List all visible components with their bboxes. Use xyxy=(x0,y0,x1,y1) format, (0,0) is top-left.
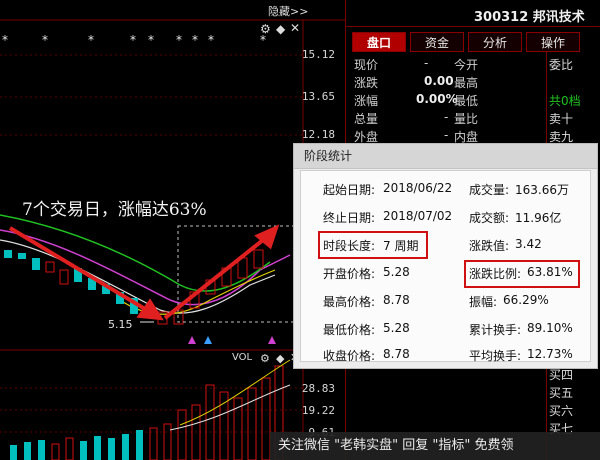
end-date-value: 2018/07/02 xyxy=(383,209,453,223)
svg-text:*: * xyxy=(2,33,8,47)
quote-value: 0.00 xyxy=(424,74,454,88)
svg-text:*: * xyxy=(148,33,154,47)
hide-toggle[interactable]: 隐藏>> xyxy=(268,3,308,19)
volume-value: 163.66万 xyxy=(515,183,569,197)
svg-text:*: * xyxy=(208,33,214,47)
cum-turnover-value: 89.10% xyxy=(527,321,573,335)
quote-label: 总量 xyxy=(354,112,379,126)
amplitude-value: 66.29% xyxy=(503,293,549,307)
bid-6: 买六 xyxy=(549,404,574,418)
vol-ma-yellow xyxy=(179,359,291,426)
amount-label: 成交额: xyxy=(469,211,510,225)
bid-5: 买五 xyxy=(549,386,574,400)
svg-text:*: * xyxy=(88,33,94,47)
axis-label-15-12: 15.12 xyxy=(301,48,335,61)
quote-row-volume: 总量 - 量比 xyxy=(354,110,544,128)
settings-icon[interactable]: ◆ xyxy=(276,22,285,36)
dialog-title[interactable]: 阶段统计 xyxy=(294,144,597,169)
depth-count: 共0档 xyxy=(549,94,581,108)
close-price-label: 收盘价格: xyxy=(323,349,376,363)
volume-bars xyxy=(10,365,284,460)
low-price-label-dlg: 最低价格: xyxy=(323,323,376,337)
ma-line-green xyxy=(0,214,271,292)
svg-text:*: * xyxy=(176,33,182,47)
open-price-value: 5.28 xyxy=(383,265,410,279)
quote-label: 现价 xyxy=(354,58,379,72)
event-markers: * * * * * * * * * xyxy=(2,33,266,47)
quote-value: - xyxy=(444,110,449,124)
candles xyxy=(4,249,264,325)
gear-icon[interactable]: ⚙ xyxy=(260,22,271,36)
stock-title: 300312 邦讯技术 xyxy=(474,10,585,25)
vol-label: VOL xyxy=(232,352,253,363)
svg-text:*: * xyxy=(42,33,48,47)
stage-stats-dialog: 阶段统计 起始日期: 2018/06/22 终止日期: 2018/07/02 时… xyxy=(293,143,598,369)
avg-turnover-label: 平均换手: xyxy=(469,349,522,363)
panel-tabs: 盘口 资金 分析 操作 xyxy=(352,32,584,52)
high-price-label: 最高价格: xyxy=(323,295,376,309)
svg-text:*: * xyxy=(192,33,198,47)
tab-caozuo[interactable]: 操作 xyxy=(526,32,580,52)
axis-label-28-83: 28.83 xyxy=(301,382,335,395)
tab-pankou[interactable]: 盘口 xyxy=(352,32,406,52)
low-price-label: 5.15 xyxy=(108,318,133,331)
dialog-body: 起始日期: 2018/06/22 终止日期: 2018/07/02 时段长度: … xyxy=(300,170,591,363)
low-price-value: 5.28 xyxy=(383,321,410,335)
quote-row-price: 现价 - 今开 xyxy=(354,56,544,74)
quote-value: - xyxy=(444,128,449,142)
axis-label-19-22: 19.22 xyxy=(301,404,335,417)
quote-label: 最低 xyxy=(454,94,479,108)
start-date-label: 起始日期: xyxy=(323,183,376,197)
chart-annotation: 7个交易日，涨幅达63% xyxy=(22,200,207,220)
start-date-value: 2018/06/22 xyxy=(383,181,453,195)
end-date-label: 终止日期: xyxy=(323,211,376,225)
axis-label-12-18: 12.18 xyxy=(301,128,335,141)
signal-triangles xyxy=(188,336,276,344)
avg-turnover-value: 12.73% xyxy=(527,347,573,361)
watermark-banner: 关注微信 "老韩实盘" 回复 "指标" 免费领 xyxy=(270,432,600,460)
high-price-value: 8.78 xyxy=(383,293,410,307)
quote-value: - xyxy=(424,56,429,70)
vol-settings-icon[interactable]: ◆ xyxy=(276,352,284,365)
vol-ma-white xyxy=(169,384,291,431)
vol-gear-icon[interactable]: ⚙ xyxy=(260,352,270,365)
open-price-label: 开盘价格: xyxy=(323,267,376,281)
svg-text:*: * xyxy=(130,33,136,47)
quote-label: 涨跌 xyxy=(354,76,379,90)
tab-zijin[interactable]: 资金 xyxy=(410,32,464,52)
axis-label-13-65: 13.65 xyxy=(301,90,335,103)
cum-turnover-label: 累计换手: xyxy=(469,323,522,337)
close-icon[interactable]: ✕ xyxy=(290,21,300,35)
change-value: 3.42 xyxy=(515,237,542,251)
signal-triangle-blue xyxy=(204,336,212,344)
quote-label: 最高 xyxy=(454,76,479,90)
volume-label: 成交量: xyxy=(469,183,510,197)
quote-row-change: 涨跌 0.00 最高 xyxy=(354,74,544,92)
trend-arrows xyxy=(8,224,280,321)
change-value-label: 涨跌值: xyxy=(469,239,510,253)
ask-10: 卖十 xyxy=(549,112,574,126)
quote-label: 量比 xyxy=(454,112,479,126)
weibi-label: 委比 xyxy=(549,58,574,72)
tab-fenxi[interactable]: 分析 xyxy=(468,32,522,52)
period-highlight-box xyxy=(318,231,428,259)
quote-label: 今开 xyxy=(454,58,479,72)
amplitude-label: 振幅: xyxy=(469,295,498,309)
pct-highlight-box xyxy=(464,260,580,288)
panel-divider xyxy=(346,26,600,27)
amount-value: 11.96亿 xyxy=(515,211,562,225)
quote-row-pct: 涨幅 0.00% 最低 xyxy=(354,92,544,110)
quote-label: 涨幅 xyxy=(354,94,379,108)
close-price-value: 8.78 xyxy=(383,347,410,361)
quote-value: 0.00% xyxy=(416,92,458,106)
